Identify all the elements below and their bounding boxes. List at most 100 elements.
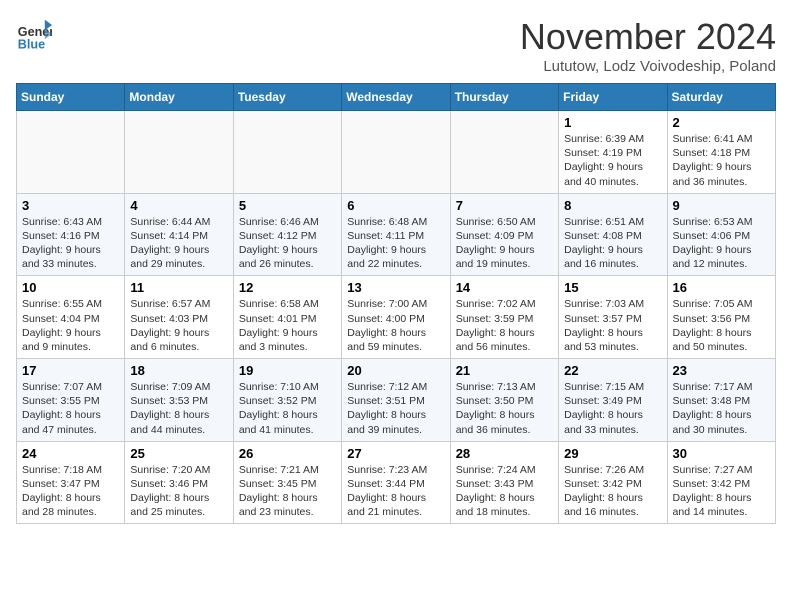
day-number: 29 xyxy=(564,446,661,461)
calendar-cell: 1 Sunrise: 6:39 AM Sunset: 4:19 PM Daylig… xyxy=(559,111,667,194)
day-info: Sunrise: 6:57 AM Sunset: 4:03 PM Dayligh… xyxy=(130,297,227,354)
calendar-week-row: 24 Sunrise: 7:18 AM Sunset: 3:47 PM Dayli… xyxy=(17,441,776,524)
day-number: 9 xyxy=(673,198,770,213)
day-info: Sunrise: 6:50 AM Sunset: 4:09 PM Dayligh… xyxy=(456,215,553,272)
day-number: 6 xyxy=(347,198,444,213)
day-number: 8 xyxy=(564,198,661,213)
day-number: 15 xyxy=(564,280,661,295)
calendar-cell xyxy=(125,111,233,194)
day-info: Sunrise: 7:09 AM Sunset: 3:53 PM Dayligh… xyxy=(130,380,227,437)
day-info: Sunrise: 7:26 AM Sunset: 3:42 PM Dayligh… xyxy=(564,463,661,520)
calendar-week-row: 10 Sunrise: 6:55 AM Sunset: 4:04 PM Dayli… xyxy=(17,276,776,359)
day-info: Sunrise: 6:46 AM Sunset: 4:12 PM Dayligh… xyxy=(239,215,336,272)
calendar-cell: 8 Sunrise: 6:51 AM Sunset: 4:08 PM Daylig… xyxy=(559,193,667,276)
calendar-cell: 14 Sunrise: 7:02 AM Sunset: 3:59 PM Dayli… xyxy=(450,276,558,359)
day-info: Sunrise: 6:53 AM Sunset: 4:06 PM Dayligh… xyxy=(673,215,770,272)
day-number: 3 xyxy=(22,198,119,213)
day-info: Sunrise: 6:44 AM Sunset: 4:14 PM Dayligh… xyxy=(130,215,227,272)
day-info: Sunrise: 6:48 AM Sunset: 4:11 PM Dayligh… xyxy=(347,215,444,272)
day-info: Sunrise: 7:03 AM Sunset: 3:57 PM Dayligh… xyxy=(564,297,661,354)
calendar-cell: 20 Sunrise: 7:12 AM Sunset: 3:51 PM Dayli… xyxy=(342,359,450,442)
calendar-cell: 29 Sunrise: 7:26 AM Sunset: 3:42 PM Dayli… xyxy=(559,441,667,524)
day-info: Sunrise: 7:20 AM Sunset: 3:46 PM Dayligh… xyxy=(130,463,227,520)
day-number: 28 xyxy=(456,446,553,461)
logo: General Blue xyxy=(16,16,52,52)
calendar-cell: 24 Sunrise: 7:18 AM Sunset: 3:47 PM Dayli… xyxy=(17,441,125,524)
calendar-cell: 12 Sunrise: 6:58 AM Sunset: 4:01 PM Dayli… xyxy=(233,276,341,359)
day-info: Sunrise: 6:39 AM Sunset: 4:19 PM Dayligh… xyxy=(564,132,661,189)
day-info: Sunrise: 6:58 AM Sunset: 4:01 PM Dayligh… xyxy=(239,297,336,354)
calendar-table: SundayMondayTuesdayWednesdayThursdayFrid… xyxy=(16,83,776,524)
day-number: 21 xyxy=(456,363,553,378)
calendar-week-row: 3 Sunrise: 6:43 AM Sunset: 4:16 PM Daylig… xyxy=(17,193,776,276)
weekday-header-row: SundayMondayTuesdayWednesdayThursdayFrid… xyxy=(17,84,776,111)
weekday-header-friday: Friday xyxy=(559,84,667,111)
day-info: Sunrise: 6:55 AM Sunset: 4:04 PM Dayligh… xyxy=(22,297,119,354)
day-info: Sunrise: 7:17 AM Sunset: 3:48 PM Dayligh… xyxy=(673,380,770,437)
calendar-cell: 27 Sunrise: 7:23 AM Sunset: 3:44 PM Dayli… xyxy=(342,441,450,524)
day-number: 11 xyxy=(130,280,227,295)
day-info: Sunrise: 7:13 AM Sunset: 3:50 PM Dayligh… xyxy=(456,380,553,437)
day-number: 4 xyxy=(130,198,227,213)
day-info: Sunrise: 6:51 AM Sunset: 4:08 PM Dayligh… xyxy=(564,215,661,272)
day-number: 20 xyxy=(347,363,444,378)
weekday-header-sunday: Sunday xyxy=(17,84,125,111)
day-number: 16 xyxy=(673,280,770,295)
calendar-week-row: 1 Sunrise: 6:39 AM Sunset: 4:19 PM Daylig… xyxy=(17,111,776,194)
day-number: 17 xyxy=(22,363,119,378)
day-number: 12 xyxy=(239,280,336,295)
day-info: Sunrise: 7:18 AM Sunset: 3:47 PM Dayligh… xyxy=(22,463,119,520)
day-number: 1 xyxy=(564,115,661,130)
day-number: 30 xyxy=(673,446,770,461)
location-subtitle: Lututow, Lodz Voivodeship, Poland xyxy=(520,58,776,75)
day-number: 25 xyxy=(130,446,227,461)
calendar-cell: 10 Sunrise: 6:55 AM Sunset: 4:04 PM Dayli… xyxy=(17,276,125,359)
day-number: 18 xyxy=(130,363,227,378)
day-info: Sunrise: 7:12 AM Sunset: 3:51 PM Dayligh… xyxy=(347,380,444,437)
calendar-cell: 26 Sunrise: 7:21 AM Sunset: 3:45 PM Dayli… xyxy=(233,441,341,524)
day-number: 24 xyxy=(22,446,119,461)
day-info: Sunrise: 7:02 AM Sunset: 3:59 PM Dayligh… xyxy=(456,297,553,354)
calendar-cell: 30 Sunrise: 7:27 AM Sunset: 3:42 PM Dayli… xyxy=(667,441,775,524)
calendar-cell: 22Sunrise: 7:15 AM Sunset: 3:49 PM Dayli… xyxy=(559,359,667,442)
day-info: Sunrise: 7:10 AM Sunset: 3:52 PM Dayligh… xyxy=(239,380,336,437)
day-info: Sunrise: 7:24 AM Sunset: 3:43 PM Dayligh… xyxy=(456,463,553,520)
title-area: November 2024 Lututow, Lodz Voivodeship,… xyxy=(520,16,776,75)
day-number: 14 xyxy=(456,280,553,295)
day-info: Sunrise: 6:41 AM Sunset: 4:18 PM Dayligh… xyxy=(673,132,770,189)
day-number: 2 xyxy=(673,115,770,130)
svg-text:Blue: Blue xyxy=(18,37,45,51)
day-number: 26 xyxy=(239,446,336,461)
calendar-cell: 28 Sunrise: 7:24 AM Sunset: 3:43 PM Dayli… xyxy=(450,441,558,524)
calendar-cell: 16 Sunrise: 7:05 AM Sunset: 3:56 PM Dayli… xyxy=(667,276,775,359)
calendar-cell: 5 Sunrise: 6:46 AM Sunset: 4:12 PM Daylig… xyxy=(233,193,341,276)
calendar-cell: 4 Sunrise: 6:44 AM Sunset: 4:14 PM Daylig… xyxy=(125,193,233,276)
calendar-cell: 19Sunrise: 7:10 AM Sunset: 3:52 PM Dayli… xyxy=(233,359,341,442)
calendar-cell: 13 Sunrise: 7:00 AM Sunset: 4:00 PM Dayli… xyxy=(342,276,450,359)
calendar-cell: 3 Sunrise: 6:43 AM Sunset: 4:16 PM Daylig… xyxy=(17,193,125,276)
day-info: Sunrise: 7:15 AM Sunset: 3:49 PM Dayligh… xyxy=(564,380,661,437)
day-info: Sunrise: 7:00 AM Sunset: 4:00 PM Dayligh… xyxy=(347,297,444,354)
calendar-cell: 18 Sunrise: 7:09 AM Sunset: 3:53 PM Dayli… xyxy=(125,359,233,442)
day-number: 10 xyxy=(22,280,119,295)
day-number: 7 xyxy=(456,198,553,213)
day-number: 13 xyxy=(347,280,444,295)
day-number: 27 xyxy=(347,446,444,461)
day-number: 5 xyxy=(239,198,336,213)
day-info: Sunrise: 7:21 AM Sunset: 3:45 PM Dayligh… xyxy=(239,463,336,520)
day-info: Sunrise: 7:05 AM Sunset: 3:56 PM Dayligh… xyxy=(673,297,770,354)
calendar-cell: 9 Sunrise: 6:53 AM Sunset: 4:06 PM Daylig… xyxy=(667,193,775,276)
calendar-cell: 6 Sunrise: 6:48 AM Sunset: 4:11 PM Daylig… xyxy=(342,193,450,276)
calendar-cell xyxy=(342,111,450,194)
day-info: Sunrise: 6:43 AM Sunset: 4:16 PM Dayligh… xyxy=(22,215,119,272)
calendar-cell: 11 Sunrise: 6:57 AM Sunset: 4:03 PM Dayli… xyxy=(125,276,233,359)
day-info: Sunrise: 7:23 AM Sunset: 3:44 PM Dayligh… xyxy=(347,463,444,520)
day-info: Sunrise: 7:07 AM Sunset: 3:55 PM Dayligh… xyxy=(22,380,119,437)
calendar-cell xyxy=(450,111,558,194)
weekday-header-thursday: Thursday xyxy=(450,84,558,111)
weekday-header-tuesday: Tuesday xyxy=(233,84,341,111)
calendar-cell: 21 Sunrise: 7:13 AM Sunset: 3:50 PM Dayli… xyxy=(450,359,558,442)
day-info: Sunrise: 7:27 AM Sunset: 3:42 PM Dayligh… xyxy=(673,463,770,520)
calendar-cell: 17 Sunrise: 7:07 AM Sunset: 3:55 PM Dayli… xyxy=(17,359,125,442)
weekday-header-wednesday: Wednesday xyxy=(342,84,450,111)
